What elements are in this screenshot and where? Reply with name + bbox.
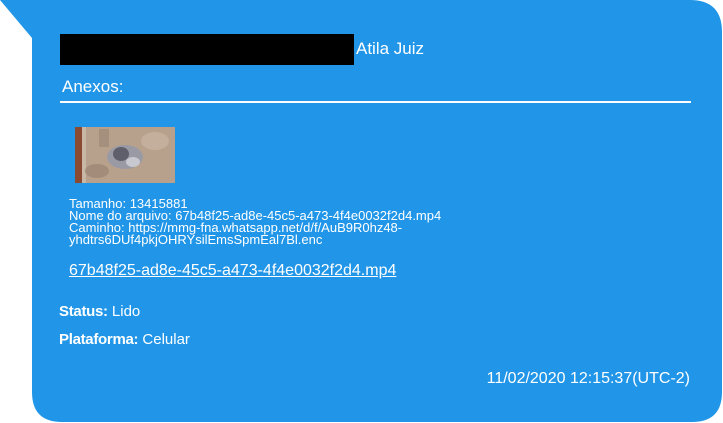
file-path-line-2: yhdtrs6DUf4pkjOHRYsilEmsSpmEal7Bl.enc	[69, 232, 323, 247]
attachment-details: Tamanho: 13415881 Nome do arquivo: 67b48…	[69, 197, 441, 247]
attachment-link[interactable]: 67b48f25-ad8e-45c5-a473-4f4e0032f2d4.mp4	[69, 261, 396, 280]
video-thumbnail[interactable]	[75, 127, 175, 183]
platform-value: Celular	[138, 331, 190, 348]
attachments-heading: Anexos:	[62, 77, 124, 96]
message-bubble: Atila Juiz Anexos: Tamanho: 13415881 Nom…	[0, 0, 723, 423]
divider	[60, 101, 691, 103]
platform-row: Plataforma: Celular	[59, 331, 190, 349]
status-label: Status:	[59, 303, 108, 320]
sender-name: Atila Juiz	[356, 39, 425, 58]
platform-label: Plataforma:	[59, 331, 139, 348]
thumbnail-image	[75, 127, 175, 183]
status-value: Lido	[107, 303, 141, 320]
redaction-block	[60, 34, 354, 65]
message-timestamp: 11/02/2020 12:15:37(UTC-2)	[486, 370, 690, 387]
status-row: Status: Lido	[59, 303, 140, 321]
